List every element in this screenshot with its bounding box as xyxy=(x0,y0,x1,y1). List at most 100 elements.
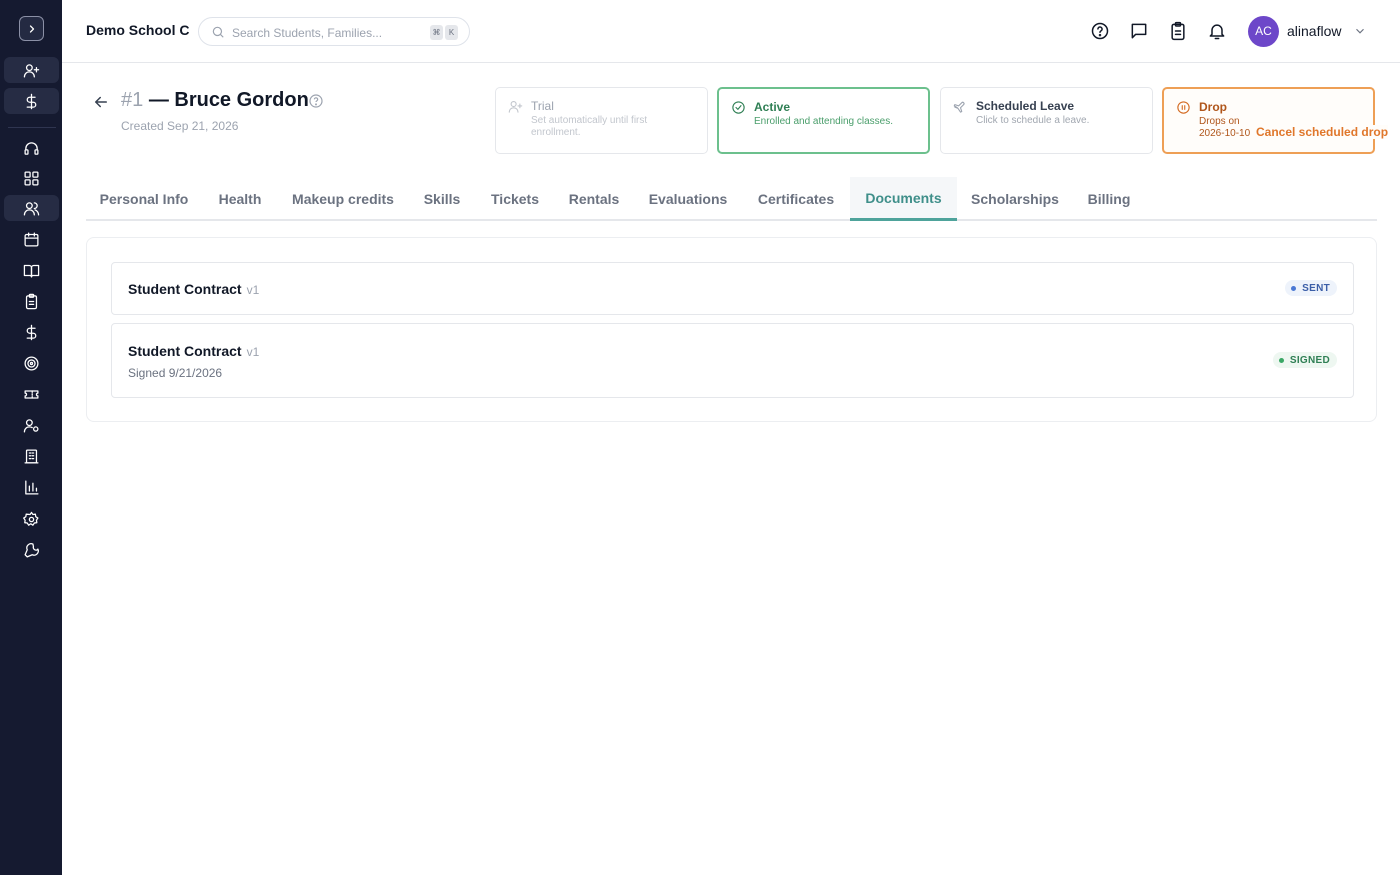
created-date: Created Sep 21, 2026 xyxy=(121,119,239,133)
status-description: Drops on 2026-10-10 xyxy=(1199,116,1251,139)
dollar-icon xyxy=(26,324,37,340)
status-card-drop[interactable]: Drop Drops on 2026-10-10 Cancel schedule… xyxy=(1162,87,1389,154)
sidebar-item-staff[interactable] xyxy=(4,412,59,438)
back-button[interactable] xyxy=(92,93,110,111)
sidebar-item-tickets[interactable] xyxy=(4,381,59,407)
sidebar-item-reports[interactable] xyxy=(4,474,59,500)
document-title: Student Contract v1 xyxy=(128,343,259,359)
status-description: Enrolled and attending classes. xyxy=(754,116,893,127)
sidebar-item-payments[interactable] xyxy=(4,88,59,114)
user-menu-toggle[interactable] xyxy=(1353,24,1367,38)
tab-personal-info[interactable]: Personal Info xyxy=(86,177,202,221)
document-name: Student Contract xyxy=(128,343,242,359)
chevron-right-icon xyxy=(29,24,34,33)
tab-billing[interactable]: Billing xyxy=(1071,177,1147,221)
check-circle-icon xyxy=(731,100,746,115)
arrow-left-icon xyxy=(95,96,107,108)
document-version: v1 xyxy=(246,345,260,359)
status-dot xyxy=(1278,357,1284,363)
sidebar-item-settings[interactable] xyxy=(4,506,59,532)
sidebar-item-classes[interactable] xyxy=(4,257,59,283)
status-dot xyxy=(1291,285,1297,291)
clipboard-icon xyxy=(1171,21,1185,41)
status-badge: SENT xyxy=(1285,280,1337,296)
help-button[interactable] xyxy=(1090,21,1110,41)
notifications-button[interactable] xyxy=(1207,21,1227,41)
sidebar-item-billing[interactable] xyxy=(4,319,59,345)
headset-icon xyxy=(24,141,39,155)
status-card-scheduled-leave[interactable]: Scheduled Leave Click to schedule a leav… xyxy=(940,87,1153,154)
sidebar-expand-button[interactable] xyxy=(19,16,44,41)
search-input[interactable]: Search Students, Families... ⌘ K xyxy=(198,17,470,46)
sidebar-item-locations[interactable] xyxy=(4,443,59,469)
tab-makeup-credits[interactable]: Makeup credits xyxy=(276,177,410,221)
school-name[interactable]: Demo School C xyxy=(86,22,189,38)
cancel-scheduled-drop-link[interactable]: Cancel scheduled drop xyxy=(1256,125,1389,139)
tab-scholarships[interactable]: Scholarships xyxy=(959,177,1071,221)
student-number: #1 xyxy=(121,89,144,111)
tab-evaluations[interactable]: Evaluations xyxy=(634,177,742,221)
document-row[interactable]: Student Contract v1 Signed 9/21/2026 SIGN… xyxy=(111,323,1354,398)
shortcut-k-key: K xyxy=(445,25,458,40)
help-circle-icon xyxy=(1091,22,1109,40)
document-version: v1 xyxy=(246,283,260,297)
bar-chart-icon xyxy=(25,479,39,495)
user-plus-icon xyxy=(23,63,40,78)
clipboard-icon xyxy=(25,293,38,309)
top-bar: Demo School C Search Students, Families.… xyxy=(62,0,1400,63)
status-badge-text: SENT xyxy=(1302,282,1330,294)
tab-rentals[interactable]: Rentals xyxy=(556,177,632,221)
dashboard-grid-icon xyxy=(24,170,39,186)
sidebar-item-tools[interactable] xyxy=(4,537,59,563)
chevron-down-icon xyxy=(1356,28,1364,34)
search-placeholder: Search Students, Families... xyxy=(232,26,383,40)
message-square-icon xyxy=(1131,23,1147,39)
sidebar-item-goals[interactable] xyxy=(4,350,59,376)
status-badge: SIGNED xyxy=(1272,352,1337,368)
shortcut-cmd-key: ⌘ xyxy=(430,25,443,40)
documents-panel: Student Contract v1 SENT Student Contract… xyxy=(86,237,1377,422)
tab-tickets[interactable]: Tickets xyxy=(476,177,554,221)
title-help-button[interactable] xyxy=(308,93,324,109)
building-icon xyxy=(24,448,39,464)
messages-button[interactable] xyxy=(1129,21,1149,41)
sidebar xyxy=(0,0,62,875)
tab-skills[interactable]: Skills xyxy=(410,177,474,221)
sidebar-item-add-student[interactable] xyxy=(4,57,59,83)
sidebar-item-support[interactable] xyxy=(4,135,59,161)
plane-icon xyxy=(953,99,968,114)
ticket-icon xyxy=(24,389,39,399)
signed-date: Signed 9/21/2026 xyxy=(128,366,223,380)
gear-icon xyxy=(23,511,39,526)
avatar[interactable]: AC xyxy=(1248,16,1279,47)
status-card-active[interactable]: Active Enrolled and attending classes. xyxy=(717,87,930,154)
username[interactable]: alinaflow xyxy=(1287,23,1341,39)
book-open-icon xyxy=(23,264,40,278)
user-plus-icon xyxy=(508,99,523,114)
calendar-icon xyxy=(24,231,39,247)
pause-circle-icon xyxy=(1176,100,1191,115)
tasks-button[interactable] xyxy=(1168,21,1188,41)
wrench-icon xyxy=(24,542,39,558)
help-circle-icon xyxy=(309,94,323,108)
document-row[interactable]: Student Contract v1 SENT xyxy=(111,262,1354,315)
status-description: Click to schedule a leave. xyxy=(976,115,1090,126)
tab-certificates[interactable]: Certificates xyxy=(742,177,850,221)
status-description: Set automatically until first enrollment… xyxy=(531,115,648,138)
search-icon xyxy=(212,26,224,38)
tab-documents[interactable]: Documents xyxy=(850,177,957,221)
sidebar-item-calendar[interactable] xyxy=(4,226,59,252)
document-title: Student Contract v1 xyxy=(128,281,259,297)
status-badge-text: SIGNED xyxy=(1289,354,1330,366)
sidebar-item-attendance[interactable] xyxy=(4,288,59,314)
sidebar-item-students[interactable] xyxy=(4,195,59,221)
user-settings-icon xyxy=(23,418,39,433)
page-title: #1 — Bruce Gordon xyxy=(121,89,309,112)
sidebar-item-dashboard[interactable] xyxy=(4,165,59,191)
status-label: Scheduled Leave xyxy=(976,99,1075,113)
status-card-trial[interactable]: Trial Set automatically until first enro… xyxy=(495,87,708,154)
student-name: — Bruce Gordon xyxy=(148,89,309,111)
users-icon xyxy=(23,201,40,216)
dollar-icon xyxy=(26,93,37,109)
tab-health[interactable]: Health xyxy=(204,177,276,221)
